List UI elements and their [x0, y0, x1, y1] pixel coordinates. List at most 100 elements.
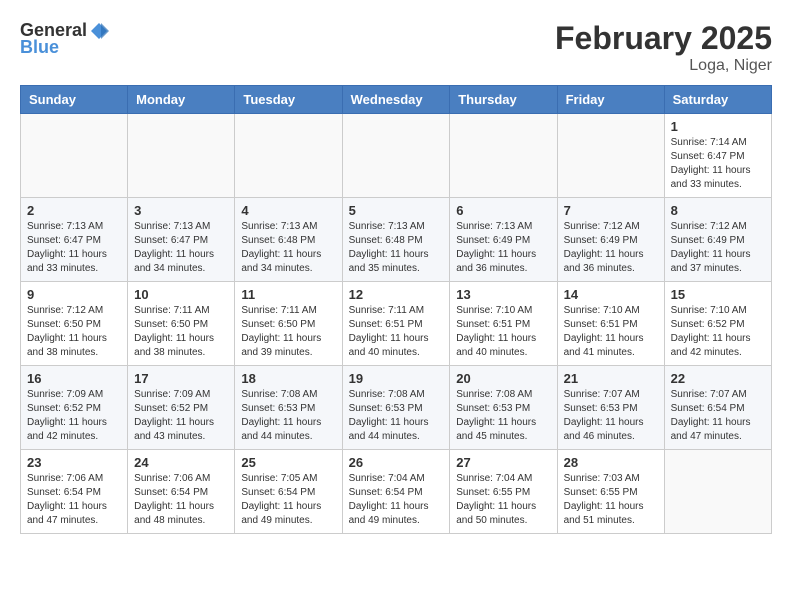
logo: General Blue [20, 20, 109, 58]
week-row-4: 16 Sunrise: 7:09 AM Sunset: 6:52 PM Dayli… [21, 366, 772, 450]
calendar-cell: 11 Sunrise: 7:11 AM Sunset: 6:50 PM Dayli… [235, 282, 342, 366]
logo-icon [89, 21, 109, 41]
calendar-cell: 5 Sunrise: 7:13 AM Sunset: 6:48 PM Daylig… [342, 198, 450, 282]
day-info: Sunrise: 7:06 AM Sunset: 6:54 PM Dayligh… [134, 472, 228, 528]
calendar-cell: 26 Sunrise: 7:04 AM Sunset: 6:54 PM Dayli… [342, 450, 450, 534]
day-number: 26 [349, 455, 444, 470]
day-number: 16 [27, 371, 121, 386]
day-info: Sunrise: 7:04 AM Sunset: 6:54 PM Dayligh… [349, 472, 444, 528]
day-number: 8 [671, 203, 765, 218]
day-number: 2 [27, 203, 121, 218]
day-info: Sunrise: 7:07 AM Sunset: 6:53 PM Dayligh… [564, 388, 658, 444]
day-number: 11 [241, 287, 335, 302]
day-number: 5 [349, 203, 444, 218]
day-number: 24 [134, 455, 228, 470]
day-info: Sunrise: 7:07 AM Sunset: 6:54 PM Dayligh… [671, 388, 765, 444]
day-number: 28 [564, 455, 658, 470]
calendar-cell: 2 Sunrise: 7:13 AM Sunset: 6:47 PM Daylig… [21, 198, 128, 282]
day-info: Sunrise: 7:05 AM Sunset: 6:54 PM Dayligh… [241, 472, 335, 528]
day-number: 25 [241, 455, 335, 470]
weekday-header-saturday: Saturday [664, 86, 771, 114]
day-number: 23 [27, 455, 121, 470]
day-info: Sunrise: 7:09 AM Sunset: 6:52 PM Dayligh… [27, 388, 121, 444]
calendar-cell [235, 114, 342, 198]
day-number: 3 [134, 203, 228, 218]
week-row-2: 2 Sunrise: 7:13 AM Sunset: 6:47 PM Daylig… [21, 198, 772, 282]
day-info: Sunrise: 7:14 AM Sunset: 6:47 PM Dayligh… [671, 136, 765, 192]
calendar-cell [342, 114, 450, 198]
calendar-cell: 13 Sunrise: 7:10 AM Sunset: 6:51 PM Dayli… [450, 282, 557, 366]
calendar-cell: 25 Sunrise: 7:05 AM Sunset: 6:54 PM Dayli… [235, 450, 342, 534]
day-number: 13 [456, 287, 550, 302]
weekday-header-row: SundayMondayTuesdayWednesdayThursdayFrid… [21, 86, 772, 114]
week-row-5: 23 Sunrise: 7:06 AM Sunset: 6:54 PM Dayli… [21, 450, 772, 534]
calendar-cell: 10 Sunrise: 7:11 AM Sunset: 6:50 PM Dayli… [128, 282, 235, 366]
day-number: 21 [564, 371, 658, 386]
day-info: Sunrise: 7:06 AM Sunset: 6:54 PM Dayligh… [27, 472, 121, 528]
day-number: 6 [456, 203, 550, 218]
calendar-cell: 4Sunrise: 7:13 AM Sunset: 6:48 PM Daylig… [235, 198, 342, 282]
calendar-cell: 7Sunrise: 7:12 AM Sunset: 6:49 PM Daylig… [557, 198, 664, 282]
day-number: 20 [456, 371, 550, 386]
weekday-header-wednesday: Wednesday [342, 86, 450, 114]
calendar-cell: 9 Sunrise: 7:12 AM Sunset: 6:50 PM Daylig… [21, 282, 128, 366]
calendar-cell: 23 Sunrise: 7:06 AM Sunset: 6:54 PM Dayli… [21, 450, 128, 534]
weekday-header-friday: Friday [557, 86, 664, 114]
day-info: Sunrise: 7:04 AM Sunset: 6:55 PM Dayligh… [456, 472, 550, 528]
weekday-header-tuesday: Tuesday [235, 86, 342, 114]
day-number: 22 [671, 371, 765, 386]
logo-blue: Blue [20, 37, 59, 58]
calendar-cell [450, 114, 557, 198]
day-info: Sunrise: 7:13 AM Sunset: 6:48 PM Dayligh… [349, 220, 444, 276]
calendar-cell: 24 Sunrise: 7:06 AM Sunset: 6:54 PM Dayli… [128, 450, 235, 534]
day-info: Sunrise: 7:13 AM Sunset: 6:47 PM Dayligh… [27, 220, 121, 276]
day-info: Sunrise: 7:13 AM Sunset: 6:49 PM Dayligh… [456, 220, 550, 276]
day-info: Sunrise: 7:13 AM Sunset: 6:47 PM Dayligh… [134, 220, 228, 276]
day-info: Sunrise: 7:11 AM Sunset: 6:51 PM Dayligh… [349, 304, 444, 360]
calendar-cell: 6 Sunrise: 7:13 AM Sunset: 6:49 PM Daylig… [450, 198, 557, 282]
day-number: 9 [27, 287, 121, 302]
day-number: 7 [564, 203, 658, 218]
day-number: 19 [349, 371, 444, 386]
weekday-header-thursday: Thursday [450, 86, 557, 114]
calendar-cell: 27 Sunrise: 7:04 AM Sunset: 6:55 PM Dayli… [450, 450, 557, 534]
calendar-cell: 20 Sunrise: 7:08 AM Sunset: 6:53 PM Dayli… [450, 366, 557, 450]
calendar-cell: 15 Sunrise: 7:10 AM Sunset: 6:52 PM Dayli… [664, 282, 771, 366]
day-number: 1 [671, 119, 765, 134]
location-title: Loga, Niger [555, 57, 772, 75]
week-row-3: 9 Sunrise: 7:12 AM Sunset: 6:50 PM Daylig… [21, 282, 772, 366]
calendar-cell: 14 Sunrise: 7:10 AM Sunset: 6:51 PM Dayli… [557, 282, 664, 366]
day-number: 18 [241, 371, 335, 386]
calendar-cell [21, 114, 128, 198]
week-row-1: 1 Sunrise: 7:14 AM Sunset: 6:47 PM Daylig… [21, 114, 772, 198]
day-info: Sunrise: 7:12 AM Sunset: 6:50 PM Dayligh… [27, 304, 121, 360]
calendar-cell: 8Sunrise: 7:12 AM Sunset: 6:49 PM Daylig… [664, 198, 771, 282]
calendar-cell: 17 Sunrise: 7:09 AM Sunset: 6:52 PM Dayli… [128, 366, 235, 450]
calendar-cell: 18Sunrise: 7:08 AM Sunset: 6:53 PM Dayli… [235, 366, 342, 450]
page-header: General Blue February 2025 Loga, Niger [20, 20, 772, 75]
title-area: February 2025 Loga, Niger [555, 20, 772, 75]
calendar-cell [557, 114, 664, 198]
day-info: Sunrise: 7:11 AM Sunset: 6:50 PM Dayligh… [241, 304, 335, 360]
day-info: Sunrise: 7:08 AM Sunset: 6:53 PM Dayligh… [456, 388, 550, 444]
day-number: 14 [564, 287, 658, 302]
calendar-cell: 19Sunrise: 7:08 AM Sunset: 6:53 PM Dayli… [342, 366, 450, 450]
day-info: Sunrise: 7:11 AM Sunset: 6:50 PM Dayligh… [134, 304, 228, 360]
day-info: Sunrise: 7:10 AM Sunset: 6:51 PM Dayligh… [564, 304, 658, 360]
calendar-cell [128, 114, 235, 198]
day-number: 10 [134, 287, 228, 302]
day-number: 12 [349, 287, 444, 302]
day-number: 15 [671, 287, 765, 302]
calendar-cell: 16 Sunrise: 7:09 AM Sunset: 6:52 PM Dayli… [21, 366, 128, 450]
calendar-cell: 1 Sunrise: 7:14 AM Sunset: 6:47 PM Daylig… [664, 114, 771, 198]
weekday-header-monday: Monday [128, 86, 235, 114]
day-info: Sunrise: 7:10 AM Sunset: 6:51 PM Dayligh… [456, 304, 550, 360]
day-number: 27 [456, 455, 550, 470]
day-info: Sunrise: 7:09 AM Sunset: 6:52 PM Dayligh… [134, 388, 228, 444]
day-info: Sunrise: 7:10 AM Sunset: 6:52 PM Dayligh… [671, 304, 765, 360]
calendar-table: SundayMondayTuesdayWednesdayThursdayFrid… [20, 85, 772, 534]
day-info: Sunrise: 7:13 AM Sunset: 6:48 PM Dayligh… [241, 220, 335, 276]
calendar-cell: 21 Sunrise: 7:07 AM Sunset: 6:53 PM Dayli… [557, 366, 664, 450]
calendar-cell: 12 Sunrise: 7:11 AM Sunset: 6:51 PM Dayli… [342, 282, 450, 366]
day-number: 17 [134, 371, 228, 386]
